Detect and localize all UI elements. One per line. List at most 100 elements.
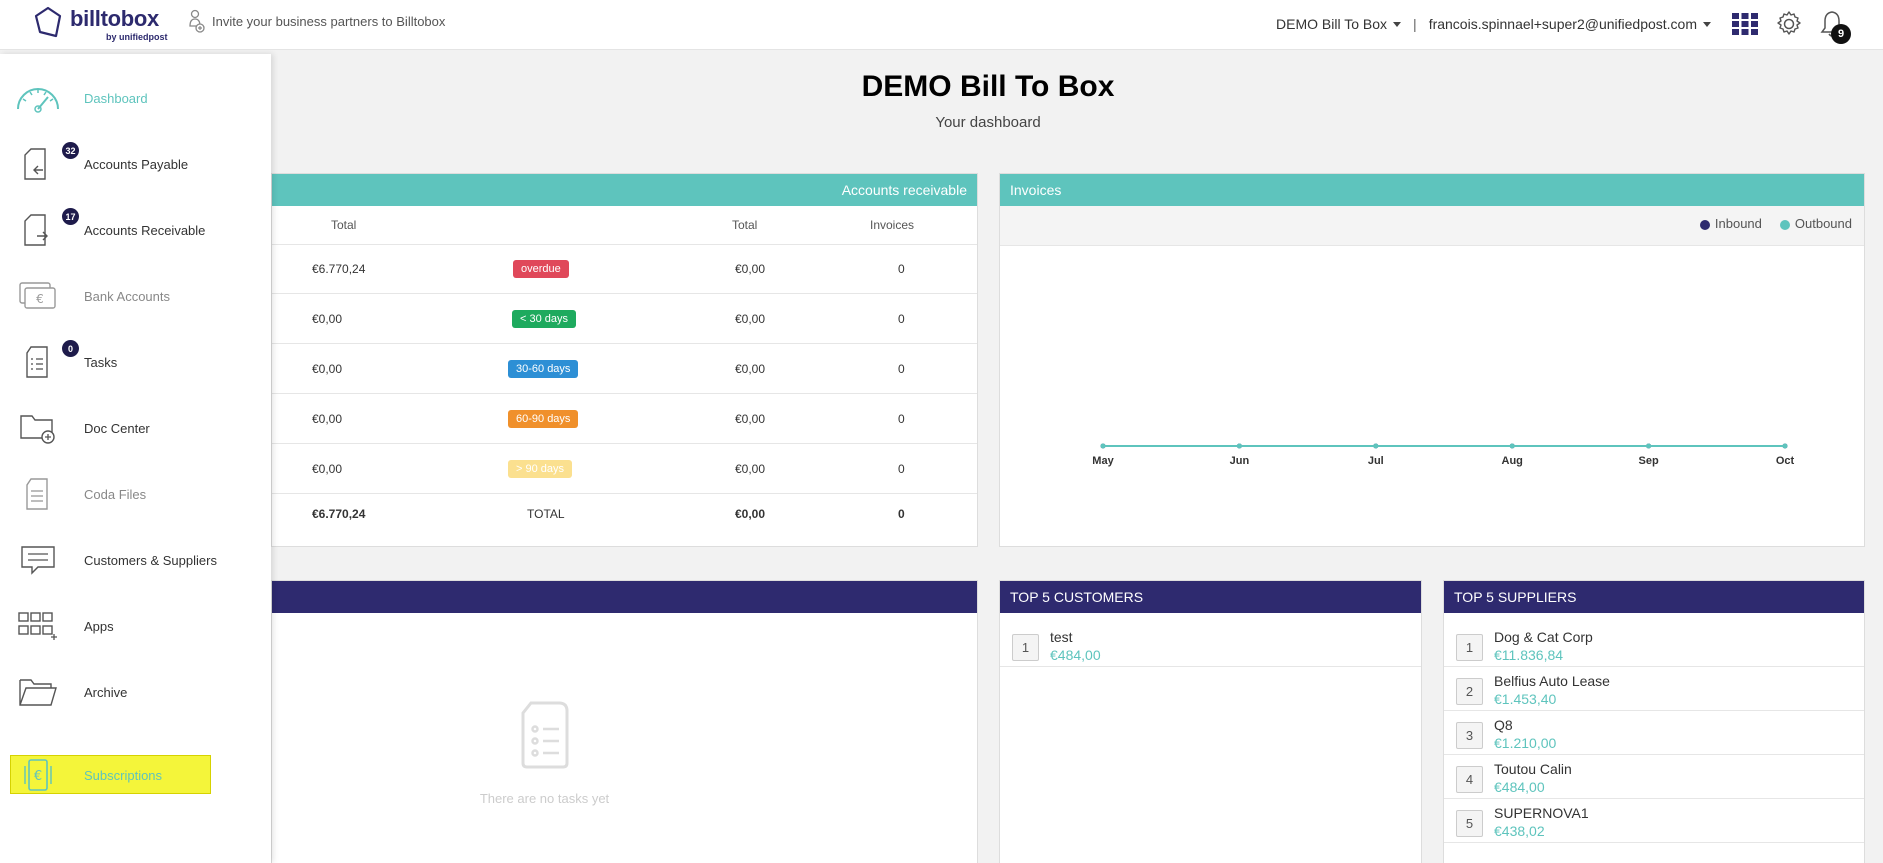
- apps-grid-button[interactable]: [1731, 12, 1759, 36]
- data-point-outbound[interactable]: [1782, 443, 1788, 449]
- billtobox-logo[interactable]: billtobox by unifiedpost: [34, 4, 174, 44]
- list-item[interactable]: 1 test €484,00: [1000, 623, 1421, 667]
- sidebar-item-apps[interactable]: Apps: [0, 598, 271, 654]
- page-title: DEMO Bill To Box: [861, 70, 1115, 103]
- ar-left-total: €0,00: [312, 361, 343, 376]
- sidebar-item-accounts-payable[interactable]: 32 Accounts Payable: [0, 136, 271, 192]
- apps-grid-icon: [14, 604, 62, 648]
- company-selector[interactable]: DEMO Bill To Box: [1276, 16, 1402, 32]
- sidebar-item-accounts-receivable[interactable]: 17 Accounts Receivable: [0, 202, 271, 258]
- grid-icon: [1732, 13, 1758, 35]
- sidebar-item-label: Doc Center: [84, 420, 150, 436]
- column-header-total: Total: [732, 218, 758, 232]
- legend-outbound[interactable]: Outbound: [1779, 216, 1852, 231]
- ar-row[interactable]: €0,00 60-90 days €0,00 0: [272, 394, 977, 444]
- rank-badge: 1: [1456, 634, 1483, 661]
- top-suppliers-header: TOP 5 SUPPLIERS: [1444, 581, 1864, 613]
- top-suppliers-panel: TOP 5 SUPPLIERS 1 Dog & Cat Corp €11.836,8…: [1443, 580, 1865, 863]
- sidebar-item-dashboard[interactable]: Dashboard: [0, 70, 271, 126]
- sidebar-item-archive[interactable]: Archive: [0, 664, 271, 720]
- sidebar-item-label: Dashboard: [84, 90, 148, 106]
- ar-status-badge: > 90 days: [508, 459, 573, 478]
- inbound-doc-icon: 32: [14, 142, 79, 186]
- no-tasks-message: There are no tasks yet: [479, 791, 610, 806]
- ar-row[interactable]: €0,00 < 30 days €0,00 0: [272, 294, 977, 344]
- top-suppliers-title: TOP 5 SUPPLIERS: [1454, 589, 1577, 605]
- sidebar-item-subscriptions[interactable]: € Subscriptions: [0, 747, 271, 803]
- notifications-badge: 9: [1831, 24, 1851, 44]
- x-tick-label: Sep: [1639, 455, 1659, 467]
- logo-subtext: by unifiedpost: [106, 32, 168, 42]
- ar-row[interactable]: €6.770,24 overdue €0,00 0: [272, 244, 977, 294]
- ar-invoice-count: 0: [898, 311, 905, 326]
- company-amount: €11.836,84: [1494, 647, 1564, 663]
- legend-dot-outbound: [1779, 219, 1790, 230]
- sidebar-item-bank-accounts[interactable]: € Bank Accounts: [0, 268, 271, 324]
- sidebar-item-doc-center[interactable]: Doc Center: [0, 400, 271, 456]
- ar-left-total: €0,00: [312, 461, 343, 476]
- rank-badge: 2: [1456, 678, 1483, 705]
- legend-label-inbound: Inbound: [1714, 216, 1762, 231]
- ar-left-total: €0,00: [312, 311, 343, 326]
- company-amount: €484,00: [1494, 779, 1545, 795]
- column-header-total: Total: [331, 218, 357, 232]
- total-label: TOTAL: [527, 507, 565, 521]
- ar-invoice-count: 0: [898, 411, 905, 426]
- top-customers-title: TOP 5 CUSTOMERS: [1010, 589, 1144, 605]
- chevron-down-icon: [1393, 21, 1402, 27]
- company-name: Belfius Auto Lease: [1494, 673, 1610, 689]
- notifications-button[interactable]: 9: [1819, 9, 1851, 44]
- sidebar-item-coda-files[interactable]: Coda Files: [0, 466, 271, 522]
- tasks-panel: There are no tasks yet: [271, 580, 978, 863]
- company-name: test: [1050, 629, 1073, 645]
- sidebar-item-label: Apps: [84, 618, 114, 634]
- page-subtitle: Your dashboard: [935, 114, 1041, 131]
- sidebar-item-label: Archive: [84, 684, 128, 700]
- company-name: Dog & Cat Corp: [1494, 629, 1593, 645]
- sidebar-item-label: Subscriptions: [84, 767, 163, 783]
- ar-left-total: €0,00: [312, 411, 343, 426]
- settings-button[interactable]: [1775, 10, 1803, 38]
- ar-status-badge: 30-60 days: [508, 359, 579, 378]
- file-icon: [14, 472, 62, 516]
- top-customers-panel: TOP 5 CUSTOMERS 1 test €484,00: [999, 580, 1422, 863]
- data-point-outbound[interactable]: [1646, 443, 1652, 449]
- sidebar-item-tasks[interactable]: 0 Tasks: [0, 334, 271, 390]
- x-tick-label: Jul: [1368, 455, 1384, 467]
- nav-badge: 0: [62, 340, 79, 357]
- ar-status-badge: < 30 days: [512, 309, 577, 328]
- legend-inbound[interactable]: Inbound: [1699, 216, 1762, 231]
- sidebar: Dashboard 32 Accounts Payable 17 Accounts Re…: [0, 54, 271, 863]
- sidebar-item-customers-suppliers[interactable]: Customers & Suppliers: [0, 532, 271, 588]
- rank-badge: 5: [1456, 810, 1483, 837]
- sidebar-item-label: Coda Files: [84, 486, 147, 502]
- nav-badge: 17: [62, 208, 79, 225]
- user-menu[interactable]: francois.spinnael+super2@unifiedpost.com: [1429, 16, 1711, 32]
- list-item[interactable]: 3 Q8 €1.210,00: [1444, 711, 1864, 755]
- bank-card-icon: €: [14, 274, 62, 318]
- company-name: SUPERNOVA1: [1494, 805, 1589, 821]
- sidebar-item-label: Customers & Suppliers: [84, 552, 217, 568]
- invite-text: Invite your business partners to Billtob…: [212, 13, 446, 29]
- x-tick-label: Jun: [1230, 455, 1250, 467]
- list-item[interactable]: 5 SUPERNOVA1 €438,02: [1444, 799, 1864, 843]
- data-point-outbound[interactable]: [1236, 443, 1242, 449]
- x-tick-label: Aug: [1502, 455, 1523, 467]
- list-item[interactable]: 4 Toutou Calin €484,00: [1444, 755, 1864, 799]
- ar-invoice-count: 0: [898, 261, 905, 276]
- ar-row[interactable]: €0,00 > 90 days €0,00 0: [272, 444, 977, 494]
- invite-partners-link[interactable]: Invite your business partners to Billtob…: [188, 8, 445, 34]
- list-item[interactable]: 1 Dog & Cat Corp €11.836,84: [1444, 623, 1864, 667]
- data-point-outbound[interactable]: [1100, 443, 1106, 449]
- gauge-icon: [14, 76, 62, 120]
- rank-badge: 3: [1456, 722, 1483, 749]
- folder-add-icon: [14, 406, 62, 450]
- data-point-outbound[interactable]: [1509, 443, 1515, 449]
- ar-row[interactable]: €0,00 30-60 days €0,00 0: [272, 344, 977, 394]
- x-tick-label: Oct: [1776, 455, 1795, 467]
- data-point-outbound[interactable]: [1373, 443, 1379, 449]
- user-email: francois.spinnael+super2@unifiedpost.com: [1428, 16, 1697, 32]
- tasks-header: [272, 581, 977, 613]
- company-amount: €484,00: [1050, 647, 1101, 663]
- list-item[interactable]: 2 Belfius Auto Lease €1.453,40: [1444, 667, 1864, 711]
